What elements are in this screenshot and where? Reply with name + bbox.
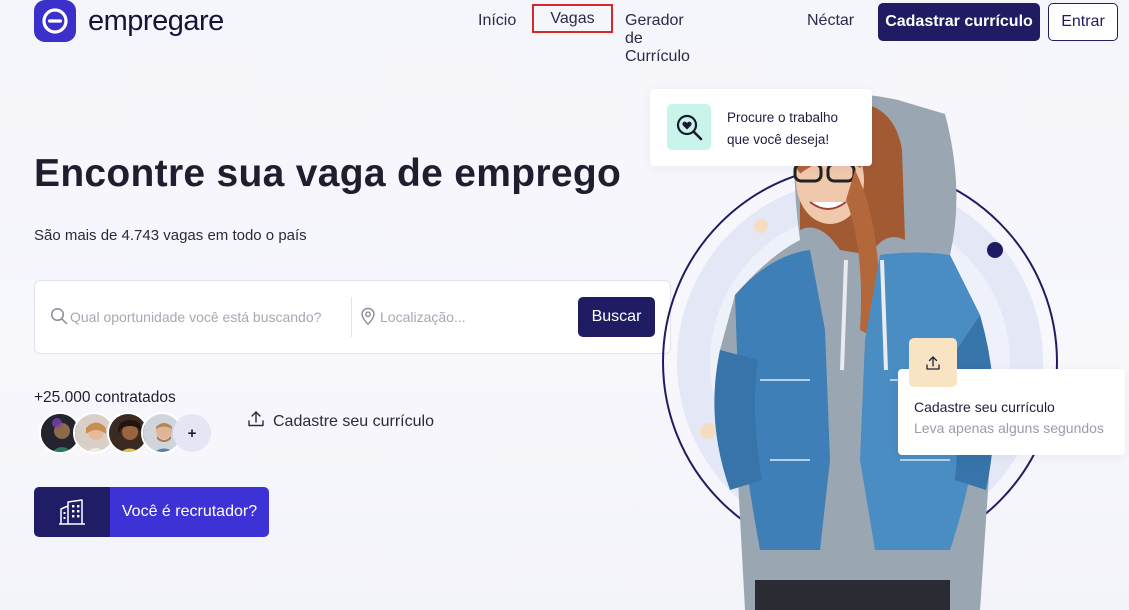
register-resume-button[interactable]: Cadastrar currículo — [878, 3, 1040, 41]
job-search-input[interactable] — [70, 305, 340, 329]
upload-resume-link[interactable]: Cadastre seu currículo — [247, 410, 434, 433]
logo[interactable]: empregare — [34, 0, 224, 42]
page-subtitle: São mais de 4.743 vagas em todo o país — [34, 227, 307, 244]
nav-item-nectar[interactable]: Néctar — [807, 12, 854, 30]
hero-illustration: Procure o trabalho que você deseja! Cada… — [650, 80, 1129, 610]
search-button[interactable]: Buscar — [578, 297, 655, 337]
search-divider — [351, 297, 352, 337]
building-icon — [34, 487, 110, 537]
nav-item-vagas[interactable]: Vagas — [532, 4, 613, 33]
upload-icon — [909, 338, 957, 387]
more-avatars-button[interactable]: + — [173, 414, 211, 452]
register-card-subtitle: Leva apenas alguns segundos — [914, 420, 1104, 436]
recruiter-button[interactable]: Você é recrutador? — [34, 487, 269, 537]
nav-item-inicio[interactable]: Início — [478, 12, 516, 30]
search-icon — [50, 307, 68, 330]
find-job-card: Procure o trabalho que você deseja! — [650, 89, 872, 166]
logo-icon — [34, 0, 76, 42]
logo-text: empregare — [88, 4, 224, 37]
page-title: Encontre sua vaga de emprego — [34, 152, 622, 195]
find-job-text: Procure o trabalho que você deseja! — [727, 107, 867, 151]
hired-count: +25.000 contratados — [34, 389, 176, 406]
location-pin-icon — [360, 307, 376, 331]
find-job-line-2: que você deseja! — [727, 132, 830, 147]
job-search-box: Buscar — [34, 280, 671, 354]
upload-resume-label: Cadastre seu currículo — [273, 412, 434, 430]
search-heart-icon — [667, 104, 711, 150]
header: empregare Início Vagas Gerador de Curríc… — [0, 0, 1129, 65]
upload-icon — [247, 410, 265, 433]
recruiter-label: Você é recrutador? — [110, 487, 269, 537]
location-input[interactable] — [380, 305, 570, 329]
register-resume-card: Cadastre seu currículo Leva apenas algun… — [898, 338, 1125, 455]
find-job-line-1: Procure o trabalho — [727, 110, 839, 125]
nav-item-gerador-curriculo[interactable]: Gerador de Currículo — [625, 12, 690, 66]
register-card-title: Cadastre seu currículo — [914, 399, 1055, 415]
login-button[interactable]: Entrar — [1048, 3, 1118, 41]
